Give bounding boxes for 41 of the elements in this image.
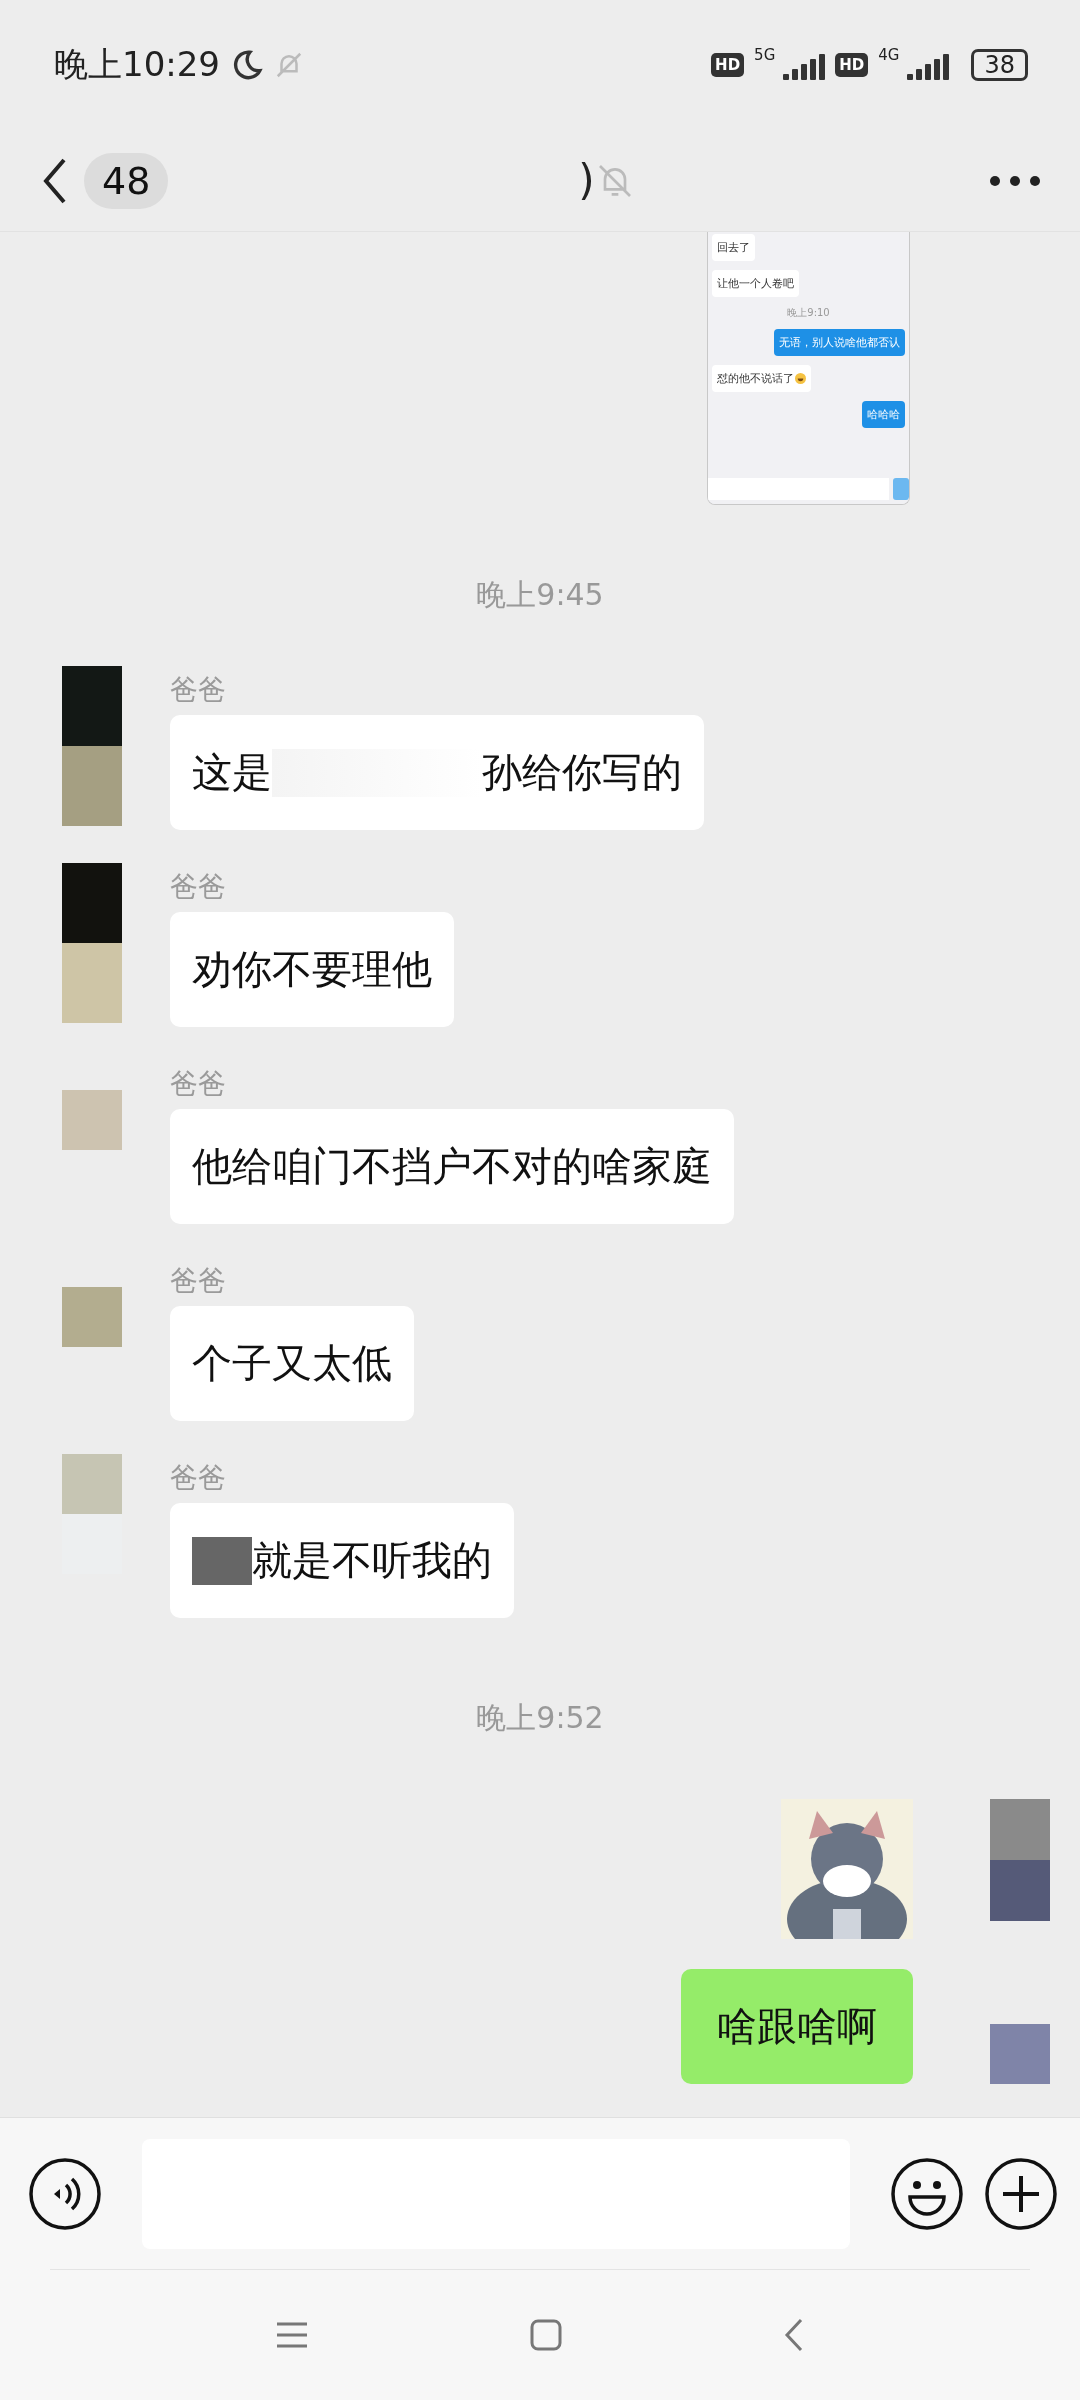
sender-name: 爸爸 xyxy=(170,672,226,708)
avatar-icon xyxy=(990,1799,1050,1921)
sender-name: 爸爸 xyxy=(170,1460,226,1496)
unread-count: 48 xyxy=(84,152,169,209)
timestamp: 晚上9:10 xyxy=(787,306,830,320)
message-bubble: 这是 孙给你写的 xyxy=(170,715,704,830)
plus-icon[interactable] xyxy=(984,2156,1058,2231)
message-bubble: 怼的他不说话了 xyxy=(712,365,811,392)
more-icon[interactable] xyxy=(988,173,1042,188)
sender-name: 爸爸 xyxy=(170,1263,226,1299)
timestamp: 晚上9:52 xyxy=(476,1699,604,1737)
bell-off-icon xyxy=(274,50,304,80)
network-type: 5G xyxy=(754,46,776,64)
hd-badge: HD xyxy=(711,53,745,77)
message-bubble: 就是不听我的 xyxy=(170,1503,514,1618)
menu-icon[interactable] xyxy=(275,2320,309,2350)
avatar-icon xyxy=(62,666,122,826)
blurred-text xyxy=(192,1536,252,1585)
message-bubble: 回去了 xyxy=(712,234,755,261)
battery-level: 38 xyxy=(971,49,1028,81)
avatar-icon xyxy=(990,2024,1050,2084)
network-type: 4G xyxy=(878,46,900,64)
chat-title: ) xyxy=(578,156,595,205)
emoji-icon[interactable] xyxy=(890,2156,964,2231)
message-bubble: 劝你不要理他 xyxy=(170,912,454,1027)
hd-badge: HD xyxy=(835,53,869,77)
voice-icon[interactable] xyxy=(28,2156,102,2231)
message-bubble: 无语，别人说啥他都否认 xyxy=(774,329,905,356)
timestamp: 晚上9:45 xyxy=(476,576,604,614)
clock-time: 晚上10:29 xyxy=(54,43,220,86)
sender-name: 爸爸 xyxy=(170,1066,226,1102)
message-bubble: 啥跟啥啊 xyxy=(681,1969,913,2084)
avatar-icon xyxy=(62,1287,122,1347)
avatar-icon xyxy=(62,1090,122,1150)
avatar-icon xyxy=(62,863,122,1023)
sender-name: 爸爸 xyxy=(170,869,226,905)
message-bubble: 让他一个人卷吧 xyxy=(712,270,799,297)
home-icon[interactable] xyxy=(529,2318,563,2352)
message-bubble: 他给咱门不挡户不对的啥家庭 xyxy=(170,1109,734,1224)
message-bubble: 哈哈哈 xyxy=(862,401,905,428)
message-bubble: 个子又太低 xyxy=(170,1306,414,1421)
